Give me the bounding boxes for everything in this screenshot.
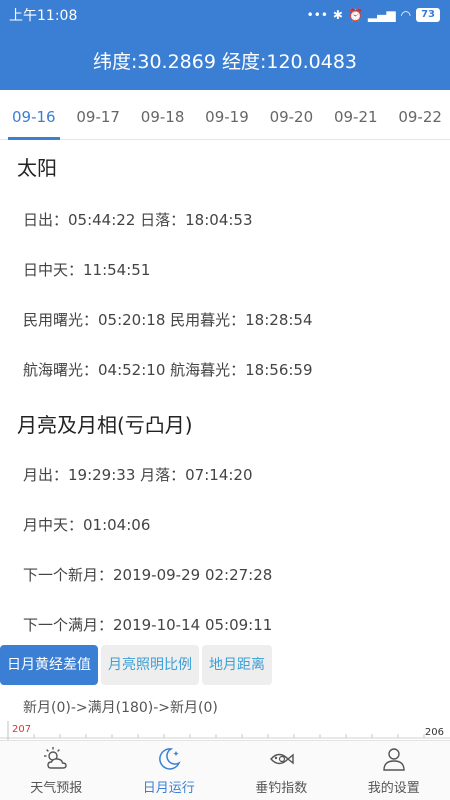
nav-sun-moon[interactable]: 日月运行 [113, 741, 226, 800]
alarm-icon: ⏰ [347, 8, 363, 22]
nav-settings[interactable]: 我的设置 [338, 741, 450, 800]
nav-label: 我的设置 [367, 781, 420, 796]
tab-longitude-difference[interactable]: 日月黄经差值 [0, 645, 98, 685]
moonrise-moonset: 月出：19:29:33 月落：07:14:20 [23, 466, 253, 484]
chart-tab-bar: 日月黄经差值 月亮照明比例 地月距离 [0, 645, 275, 685]
phase-chart: 207 206 [0, 721, 450, 740]
date-tab[interactable]: 09-17 [76, 90, 120, 140]
nav-label: 日月运行 [142, 781, 195, 796]
tab-moon-illumination[interactable]: 月亮照明比例 [101, 645, 199, 685]
bottom-nav: 天气预报 日月运行 垂钓指数 我的设置 [0, 740, 450, 800]
nav-fishing[interactable]: 垂钓指数 [225, 741, 338, 800]
chart-canvas [0, 721, 450, 740]
nav-label: 垂钓指数 [255, 781, 308, 796]
sun-transit: 日中天：11:54:51 [23, 261, 151, 279]
battery-icon: 73 [416, 8, 440, 22]
chart-annotation: 206 [424, 727, 444, 738]
date-tab[interactable]: 09-22 [398, 90, 442, 140]
nav-label: 天气预报 [30, 781, 83, 796]
moon-section-title: 月亮及月相(亏凸月) [17, 413, 193, 437]
bluetooth-icon: ✱ [332, 8, 343, 22]
user-icon [383, 748, 405, 771]
chart-ytick-label: 207 [12, 724, 32, 735]
sunrise-sunset: 日出：05:44:22 日落：18:04:53 [23, 211, 253, 229]
moon-transit: 月中天：01:04:06 [23, 516, 151, 534]
next-new-moon: 下一个新月：2019-09-29 02:27:28 [23, 566, 273, 584]
next-full-moon: 下一个满月：2019-10-14 05:09:11 [23, 616, 273, 634]
status-time: 上午11:08 [9, 8, 78, 24]
date-tab[interactable]: 09-16 [8, 90, 60, 140]
chart-caption: 新月(0)->满月(180)->新月(0) [23, 700, 218, 716]
nautical-twilight: 航海曙光：04:52:10 航海暮光：18:56:59 [23, 361, 313, 379]
wifi-icon: ◠ [400, 8, 412, 22]
date-tab[interactable]: 09-18 [141, 90, 185, 140]
fish-icon [270, 753, 294, 765]
status-icons: ••• ✱ ⏰ ▂▄▆ ◠ 73 [307, 8, 440, 22]
date-tab-bar: 09-16 09-17 09-18 09-19 09-20 09-21 09-2… [0, 90, 450, 140]
moon-icon [158, 748, 181, 770]
sun-section-title: 太阳 [17, 156, 57, 180]
date-tab[interactable]: 09-21 [334, 90, 378, 140]
chart-ticks [33, 734, 425, 738]
main-content: 太阳 日出：05:44:22 日落：18:04:53 日中天：11:54:51 … [0, 140, 450, 650]
signal-icon: ▂▄▆ [367, 8, 396, 22]
status-bar: 上午11:08 ••• ✱ ⏰ ▂▄▆ ◠ 73 [0, 0, 450, 30]
more-dots-icon: ••• [306, 8, 328, 22]
nav-weather[interactable]: 天气预报 [0, 741, 113, 800]
coordinates-title: 纬度:30.2869 经度:120.0483 [92, 50, 358, 73]
date-tab[interactable]: 09-20 [270, 90, 314, 140]
date-tab[interactable]: 09-19 [205, 90, 249, 140]
civil-twilight: 民用曙光：05:20:18 民用暮光：18:28:54 [23, 311, 313, 329]
weather-icon [44, 747, 67, 769]
tab-earth-moon-distance[interactable]: 地月距离 [202, 645, 272, 685]
app-header: 上午11:08 ••• ✱ ⏰ ▂▄▆ ◠ 73 纬度:30.2869 经度:1… [0, 0, 450, 90]
